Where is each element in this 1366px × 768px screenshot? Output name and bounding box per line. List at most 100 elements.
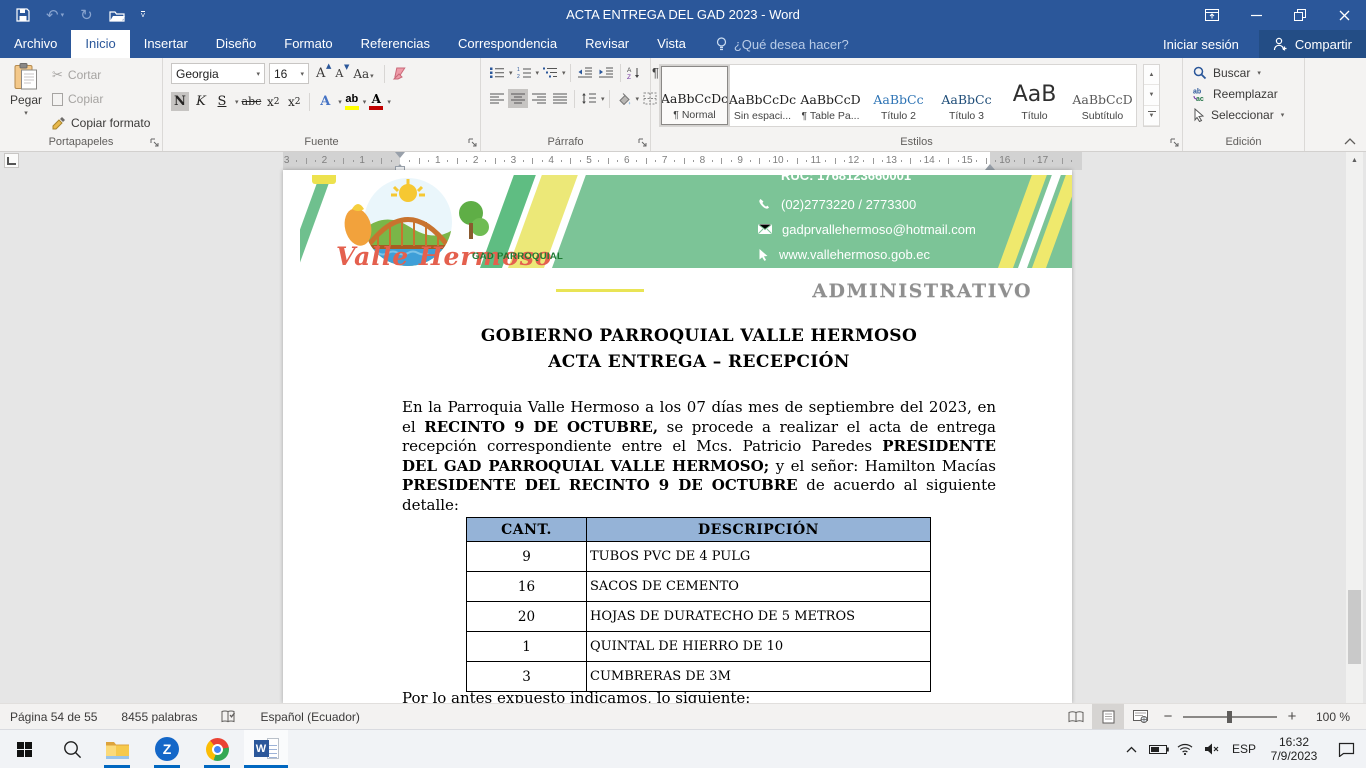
paragraph-dialog-launcher[interactable] bbox=[638, 138, 647, 147]
bullets-button[interactable] bbox=[487, 63, 507, 82]
clipboard-dialog-launcher[interactable] bbox=[150, 138, 159, 147]
style-t-tulo[interactable]: AaBTítulo bbox=[1001, 66, 1068, 125]
text-effects-dropdown-arrow[interactable]: ▾ bbox=[338, 98, 342, 106]
redo-button[interactable]: ↻ bbox=[80, 8, 93, 23]
document-page[interactable]: Valle Hermoso GAD PARROQUIAL RUC: 176812… bbox=[283, 170, 1072, 703]
strikethrough-button[interactable]: abc bbox=[242, 92, 262, 111]
change-case-button[interactable]: Aa▾ bbox=[350, 67, 376, 81]
clock[interactable]: 16:327/9/2023 bbox=[1262, 730, 1326, 768]
battery-indicator[interactable] bbox=[1145, 730, 1172, 768]
shrink-font-button[interactable]: A▼ bbox=[332, 67, 346, 80]
vertical-scrollbar[interactable]: ▲ bbox=[1346, 152, 1363, 703]
superscript-button[interactable]: x2 bbox=[285, 92, 303, 111]
numbering-button[interactable]: 12 bbox=[514, 63, 534, 82]
restore-button[interactable] bbox=[1278, 0, 1322, 30]
tab-correspondencia[interactable]: Correspondencia bbox=[444, 30, 571, 58]
style--normal[interactable]: AaBbCcDc¶ Normal bbox=[661, 66, 728, 125]
tab-revisar[interactable]: Revisar bbox=[571, 30, 643, 58]
shading-button[interactable] bbox=[614, 89, 634, 108]
multilevel-dropdown-arrow[interactable]: ▾ bbox=[562, 69, 566, 77]
paste-dropdown-arrow[interactable]: ▾ bbox=[24, 109, 28, 117]
chrome-button[interactable] bbox=[195, 730, 239, 768]
styles-scroll-up-button[interactable]: ▲ bbox=[1144, 65, 1159, 85]
numbering-dropdown-arrow[interactable]: ▾ bbox=[536, 69, 540, 77]
tab-formato[interactable]: Formato bbox=[270, 30, 346, 58]
undo-button[interactable]: ↶▾ bbox=[46, 8, 64, 23]
style-subt-tulo[interactable]: AaBbCcDSubtítulo bbox=[1069, 66, 1136, 125]
scroll-up-button[interactable]: ▲ bbox=[1346, 152, 1363, 168]
page-indicator[interactable]: Página 54 de 55 bbox=[10, 710, 97, 724]
multilevel-list-button[interactable] bbox=[540, 63, 560, 82]
tab-archivo[interactable]: Archivo bbox=[0, 30, 71, 58]
italic-button[interactable]: K bbox=[192, 92, 210, 111]
cut-button[interactable]: ✂Cortar bbox=[52, 66, 150, 84]
grow-font-button[interactable]: A▲ bbox=[313, 66, 328, 81]
format-painter-button[interactable]: Copiar formato bbox=[52, 114, 150, 132]
clear-formatting-button[interactable] bbox=[392, 67, 408, 81]
tab-inicio[interactable]: Inicio bbox=[71, 30, 129, 58]
line-spacing-button[interactable] bbox=[579, 89, 599, 108]
print-layout-button[interactable] bbox=[1092, 704, 1124, 729]
collapse-ribbon-button[interactable] bbox=[1344, 138, 1356, 145]
styles-scroll-down-button[interactable]: ▼ bbox=[1144, 85, 1159, 105]
find-dropdown-arrow[interactable]: ▾ bbox=[1257, 69, 1261, 77]
justify-button[interactable] bbox=[550, 89, 570, 108]
style-t-tulo-3[interactable]: AaBbCcTítulo 3 bbox=[933, 66, 1000, 125]
ribbon-display-options-button[interactable] bbox=[1190, 0, 1234, 30]
customize-quick-access-button[interactable]: ˅ bbox=[141, 11, 146, 19]
zoom-slider[interactable] bbox=[1183, 716, 1277, 718]
scrollbar-thumb[interactable] bbox=[1348, 590, 1361, 664]
tab-insertar[interactable]: Insertar bbox=[130, 30, 202, 58]
style-t-tulo-2[interactable]: AaBbCcTítulo 2 bbox=[865, 66, 932, 125]
tab-stop-selector[interactable] bbox=[4, 153, 19, 168]
close-button[interactable] bbox=[1322, 0, 1366, 30]
font-size-combo[interactable]: 16▾ bbox=[269, 63, 309, 84]
font-color-button[interactable]: A bbox=[369, 93, 383, 110]
find-button[interactable]: Buscar▾ bbox=[1193, 66, 1304, 80]
sign-in-button[interactable]: Iniciar sesión bbox=[1163, 37, 1239, 52]
language-indicator[interactable]: Español (Ecuador) bbox=[260, 710, 359, 724]
save-button[interactable] bbox=[16, 8, 30, 22]
tab-diseño[interactable]: Diseño bbox=[202, 30, 270, 58]
zoom-level[interactable]: 100 % bbox=[1304, 710, 1366, 724]
read-mode-button[interactable] bbox=[1060, 704, 1092, 729]
bullets-dropdown-arrow[interactable]: ▾ bbox=[509, 69, 513, 77]
shading-dropdown-arrow[interactable]: ▾ bbox=[636, 95, 640, 103]
highlight-dropdown-arrow[interactable]: ▾ bbox=[363, 98, 367, 106]
web-layout-button[interactable] bbox=[1124, 704, 1156, 729]
select-dropdown-arrow[interactable]: ▾ bbox=[1281, 111, 1285, 119]
horizontal-ruler[interactable]: 1231234567891011121314151617 bbox=[283, 152, 1082, 170]
tell-me-box[interactable]: ¿Qué desea hacer? bbox=[716, 30, 849, 58]
font-color-dropdown-arrow[interactable]: ▾ bbox=[387, 98, 391, 106]
taskbar-search-button[interactable] bbox=[50, 730, 94, 768]
style-sin-espaci-[interactable]: AaBbCcDcSin espaci... bbox=[729, 66, 796, 125]
decrease-indent-button[interactable] bbox=[575, 63, 595, 82]
copy-button[interactable]: Copiar bbox=[52, 90, 150, 108]
styles-more-button[interactable]: ▼ bbox=[1144, 106, 1159, 126]
styles-dialog-launcher[interactable] bbox=[1170, 138, 1179, 147]
line-spacing-dropdown-arrow[interactable]: ▾ bbox=[601, 95, 605, 103]
zoom-out-button[interactable]: − bbox=[1156, 708, 1180, 725]
tab-vista[interactable]: Vista bbox=[643, 30, 700, 58]
tray-expand-button[interactable] bbox=[1117, 730, 1145, 768]
action-center-button[interactable] bbox=[1326, 730, 1366, 768]
keyboard-language[interactable]: ESP bbox=[1226, 730, 1262, 768]
highlight-button[interactable]: ab bbox=[345, 94, 359, 110]
font-dialog-launcher[interactable] bbox=[468, 138, 477, 147]
file-explorer-button[interactable] bbox=[95, 730, 139, 768]
start-button[interactable] bbox=[2, 730, 46, 768]
zoom-slider-thumb[interactable] bbox=[1227, 711, 1232, 723]
replace-button[interactable]: abacReemplazar bbox=[1193, 87, 1304, 101]
font-family-combo[interactable]: Georgia▾ bbox=[171, 63, 265, 84]
z-app-button[interactable]: Z bbox=[145, 730, 189, 768]
select-button[interactable]: Seleccionar▾ bbox=[1193, 108, 1304, 122]
style--table-pa-[interactable]: AaBbCcD¶ Table Pa... bbox=[797, 66, 864, 125]
right-indent-marker[interactable] bbox=[985, 159, 995, 170]
sort-button[interactable]: AZ bbox=[625, 63, 645, 82]
subscript-button[interactable]: x2 bbox=[264, 92, 282, 111]
word-taskbar-button[interactable]: W bbox=[244, 730, 288, 768]
underline-dropdown-arrow[interactable]: ▾ bbox=[235, 98, 239, 106]
tab-referencias[interactable]: Referencias bbox=[347, 30, 444, 58]
increase-indent-button[interactable] bbox=[596, 63, 616, 82]
minimize-button[interactable] bbox=[1234, 0, 1278, 30]
